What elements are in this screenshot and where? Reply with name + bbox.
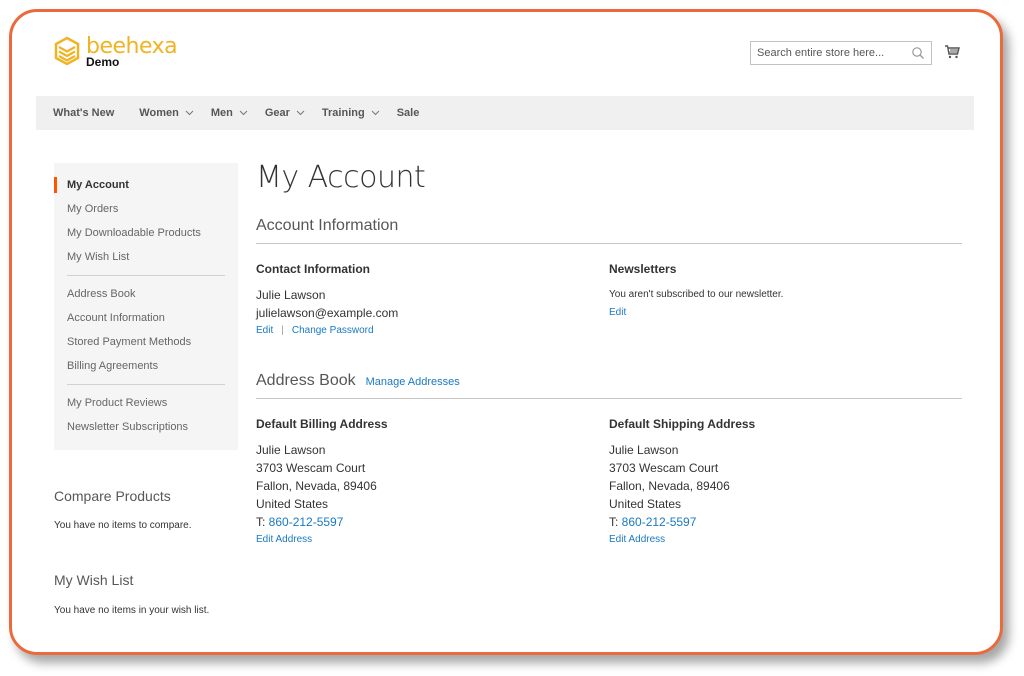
change-password-link[interactable]: Change Password [292, 325, 374, 336]
link-separator: | [281, 325, 284, 336]
sidebar-item-billing-agreements[interactable]: Billing Agreements [54, 354, 238, 378]
account-sidebar: My Account My Orders My Downloadable Pro… [54, 163, 238, 450]
billing-street: 3703 Wescam Court [256, 461, 366, 475]
shipping-name: Julie Lawson [609, 443, 679, 457]
billing-country: United States [256, 497, 329, 511]
sidebar-item-my-orders[interactable]: My Orders [54, 197, 238, 221]
search-input[interactable] [751, 47, 913, 59]
section-title-text: Address Book [256, 372, 356, 389]
nav-label: Women [139, 107, 179, 119]
nav-label: Sale [396, 107, 420, 119]
billing-phone-link[interactable]: 860-212-5597 [269, 515, 344, 529]
nav-item-training[interactable]: Training [322, 107, 380, 119]
manage-addresses-link[interactable]: Manage Addresses [366, 376, 460, 388]
sidebar-item-stored-payment-methods[interactable]: Stored Payment Methods [54, 330, 238, 354]
sidebar-item-address-book[interactable]: Address Book [54, 282, 238, 306]
cart-icon[interactable] [944, 44, 960, 60]
sidebar-item-product-reviews[interactable]: My Product Reviews [54, 391, 238, 415]
nav-item-gear[interactable]: Gear [265, 107, 305, 119]
nav-label: Gear [264, 107, 290, 119]
shipping-street: 3703 Wescam Court [609, 461, 719, 475]
chevron-down-icon [371, 110, 380, 116]
phone-prefix: T: [609, 515, 622, 529]
shipping-phone-link[interactable]: 860-212-5597 [622, 515, 697, 529]
compare-products-title: Compare Products [54, 488, 171, 504]
account-information-heading: Account Information [256, 217, 962, 244]
nav-item-sale[interactable]: Sale [397, 107, 420, 119]
edit-shipping-address-link[interactable]: Edit Address [609, 534, 665, 545]
sidebar-item-newsletter-subscriptions[interactable]: Newsletter Subscriptions [54, 415, 238, 439]
shipping-city: Fallon, Nevada, 89406 [609, 479, 730, 493]
chevron-down-icon [239, 110, 248, 116]
page-title: My Account [256, 160, 426, 195]
wish-list-text: You have no items in your wish list. [54, 605, 210, 616]
sidebar-item-my-account[interactable]: My Account [54, 173, 238, 197]
hexagon-stack-icon [54, 36, 80, 66]
contact-email: julielawson@example.com [256, 306, 399, 320]
chevron-down-icon [185, 110, 194, 116]
search-box [750, 41, 932, 65]
search-icon[interactable] [911, 46, 925, 60]
sidebar-divider [67, 275, 225, 276]
sidebar-item-downloadable-products[interactable]: My Downloadable Products [54, 221, 238, 245]
sidebar-divider [67, 384, 225, 385]
wish-list-title: My Wish List [54, 572, 134, 588]
nav-item-whats-new[interactable]: What's New [53, 107, 114, 119]
main-navigation: What's New Women Men Gear Training Sale [36, 96, 974, 130]
newsletters-status: You aren't subscribed to our newsletter. [609, 289, 784, 300]
section-title-text: Account Information [256, 217, 399, 234]
shipping-country: United States [609, 497, 682, 511]
billing-city: Fallon, Nevada, 89406 [256, 479, 377, 493]
address-book-heading: Address Book Manage Addresses [256, 372, 962, 399]
nav-label: What's New [53, 107, 115, 119]
compare-products-text: You have no items to compare. [54, 520, 192, 531]
newsletters-box: Newsletters You aren't subscribed to our… [609, 262, 962, 340]
edit-billing-address-link[interactable]: Edit Address [256, 534, 312, 545]
edit-newsletters-link[interactable]: Edit [609, 307, 626, 318]
main-content: My Account Account Information Contact I… [256, 160, 962, 549]
default-billing-address-box: Default Billing Address Julie Lawson 370… [256, 417, 609, 549]
phone-prefix: T: [256, 515, 269, 529]
billing-name: Julie Lawson [256, 443, 326, 457]
sidebar-item-account-information[interactable]: Account Information [54, 306, 238, 330]
nav-item-men[interactable]: Men [211, 107, 248, 119]
shipping-address-title: Default Shipping Address [609, 417, 756, 431]
billing-address-title: Default Billing Address [256, 417, 388, 431]
nav-label: Training [321, 107, 365, 119]
page-frame: beehexa Demo What's New Women Men Gear T… [9, 9, 1003, 655]
newsletters-title: Newsletters [609, 262, 677, 276]
contact-information-box: Contact Information Julie Lawson juliela… [256, 262, 609, 340]
contact-information-title: Contact Information [256, 262, 370, 276]
sidebar-item-wish-list[interactable]: My Wish List [54, 245, 238, 269]
nav-item-women[interactable]: Women [139, 107, 194, 119]
edit-contact-link[interactable]: Edit [256, 325, 273, 336]
nav-label: Men [210, 107, 233, 119]
chevron-down-icon [296, 110, 305, 116]
default-shipping-address-box: Default Shipping Address Julie Lawson 37… [609, 417, 962, 549]
contact-name: Julie Lawson [256, 288, 326, 302]
logo[interactable]: beehexa Demo [54, 36, 178, 68]
